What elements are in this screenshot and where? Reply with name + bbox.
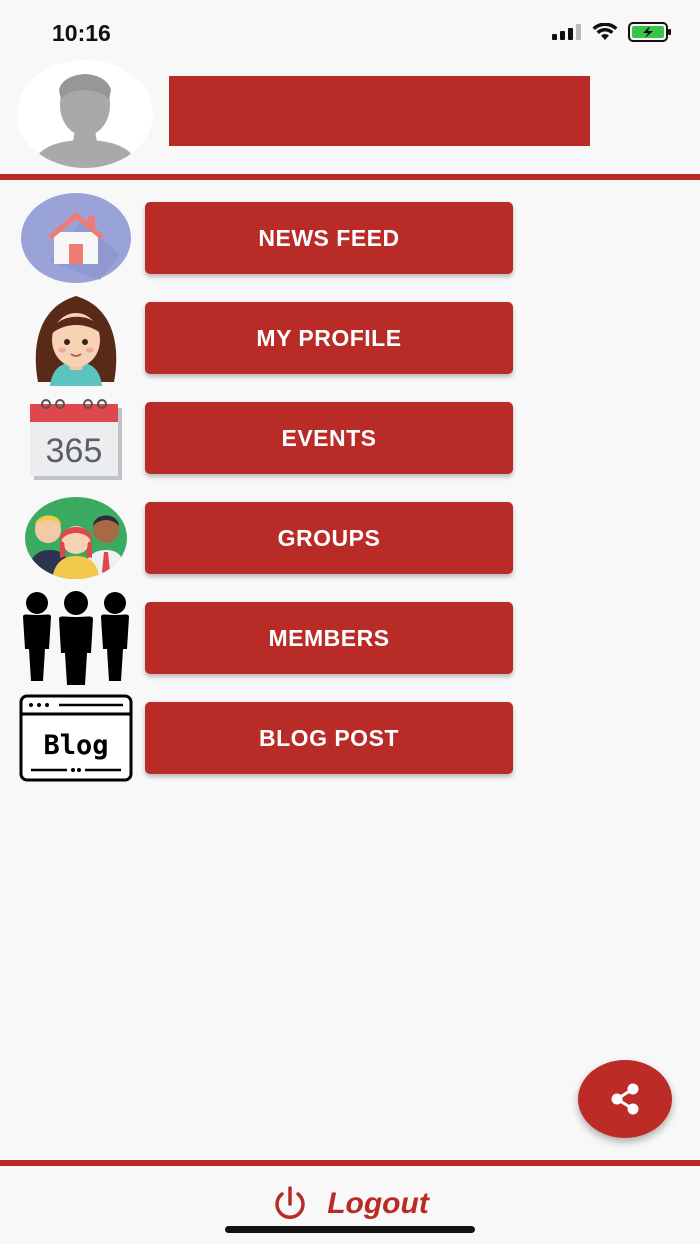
user-name-bar xyxy=(169,76,590,146)
members-button[interactable]: MEMBERS xyxy=(145,602,513,674)
wifi-icon xyxy=(592,23,618,40)
menu-item-blog-post: Blog BLOG POST xyxy=(0,690,700,786)
footer-divider xyxy=(0,1160,700,1166)
blog-post-button[interactable]: BLOG POST xyxy=(145,702,513,774)
home-indicator[interactable] xyxy=(225,1226,475,1233)
calendar-365-icon: 365 xyxy=(18,390,134,486)
avatar[interactable] xyxy=(17,60,153,168)
blog-text: Blog xyxy=(43,730,108,761)
news-feed-button[interactable]: NEWS FEED xyxy=(145,202,513,274)
status-icons xyxy=(552,22,672,42)
group-people-icon xyxy=(18,490,134,586)
menu-item-my-profile: MY PROFILE xyxy=(0,290,700,386)
menu-item-news-feed: NEWS FEED xyxy=(0,190,700,286)
logout-label: Logout xyxy=(327,1187,429,1220)
battery-icon xyxy=(628,22,671,42)
menu-item-events: 365 EVENTS xyxy=(0,390,700,486)
logout-button[interactable]: Logout xyxy=(0,1174,700,1234)
profile-header xyxy=(0,56,700,176)
power-icon xyxy=(275,1186,305,1219)
groups-button[interactable]: GROUPS xyxy=(145,502,513,574)
home-icon xyxy=(18,190,134,286)
share-icon xyxy=(611,1083,639,1115)
menu-item-groups: GROUPS xyxy=(0,490,700,586)
status-time: 10:16 xyxy=(52,20,111,46)
calendar-number: 365 xyxy=(46,432,103,470)
menu-item-members: MEMBERS xyxy=(0,590,700,686)
header-divider xyxy=(0,174,700,180)
status-bar: 10:16 xyxy=(0,0,700,60)
girl-avatar-icon xyxy=(18,290,134,386)
blog-icon: Blog xyxy=(18,690,134,786)
share-button[interactable] xyxy=(578,1060,672,1138)
user-silhouette-icon xyxy=(17,60,153,168)
members-silhouette-icon xyxy=(18,590,134,686)
events-button[interactable]: EVENTS xyxy=(145,402,513,474)
my-profile-button[interactable]: MY PROFILE xyxy=(145,302,513,374)
signal-icon xyxy=(552,24,581,40)
